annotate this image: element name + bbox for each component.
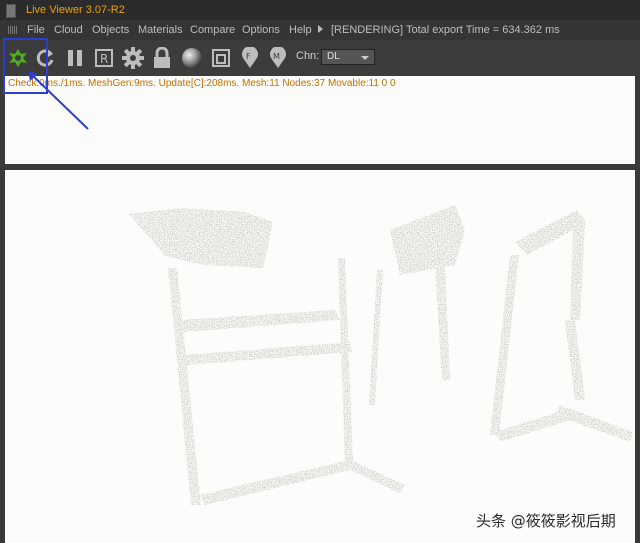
svg-text:M: M xyxy=(273,52,280,61)
menu-bar: File Cloud Objects Materials Compare Opt… xyxy=(0,20,640,40)
svg-text:R: R xyxy=(100,52,108,66)
submenu-arrow-icon xyxy=(318,25,323,33)
channel-select[interactable]: DL xyxy=(321,49,375,65)
title-bar: Live Viewer 3.07-R2 xyxy=(0,0,640,20)
settings-gear-icon[interactable] xyxy=(121,46,145,70)
refresh-icon[interactable] xyxy=(34,46,58,70)
watermark-text: 头条 @筱筱影视后期 xyxy=(476,512,616,530)
render-start-icon[interactable] xyxy=(6,46,30,70)
menu-help[interactable]: Help xyxy=(289,24,312,36)
channel-label: Chn: xyxy=(296,50,320,62)
window-icon[interactable] xyxy=(6,4,16,18)
material-pin-icon[interactable]: M xyxy=(266,46,290,70)
svg-text:F: F xyxy=(246,52,251,61)
menu-cloud[interactable]: Cloud xyxy=(54,24,83,36)
render-stats: Check:0ms./1ms. MeshGen:9ms. Update[C]:2… xyxy=(8,78,396,89)
pause-icon[interactable] xyxy=(63,46,87,70)
window-title: Live Viewer 3.07-R2 xyxy=(26,4,125,16)
menu-objects[interactable]: Objects xyxy=(92,24,129,36)
material-sphere-icon[interactable] xyxy=(180,46,204,70)
menu-file[interactable]: File xyxy=(27,24,45,36)
lock-icon[interactable] xyxy=(150,46,174,70)
window-icon[interactable] xyxy=(209,46,233,70)
focus-pin-icon[interactable]: F xyxy=(238,46,262,70)
menu-compare[interactable]: Compare xyxy=(190,24,235,36)
channel-value: DL xyxy=(327,51,340,62)
menu-options[interactable]: Options xyxy=(242,24,280,36)
render-image xyxy=(129,205,633,505)
region-render-icon[interactable]: R xyxy=(92,46,116,70)
toolbar: R F M xyxy=(0,40,640,76)
menu-materials[interactable]: Materials xyxy=(138,24,183,36)
grip-icon xyxy=(8,26,18,34)
render-viewport[interactable] xyxy=(5,170,635,543)
chevron-down-icon xyxy=(361,56,369,60)
render-status: [RENDERING] Total export Time = 634.362 … xyxy=(331,24,560,36)
status-panel: Check:0ms./1ms. MeshGen:9ms. Update[C]:2… xyxy=(5,76,635,164)
